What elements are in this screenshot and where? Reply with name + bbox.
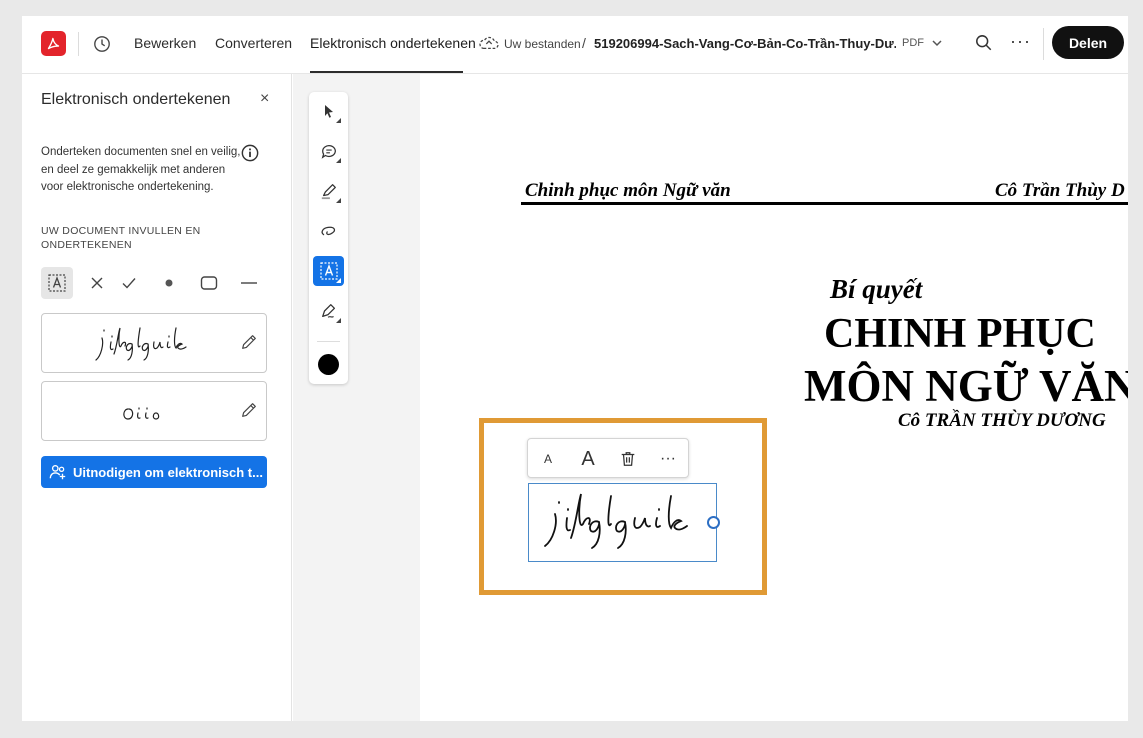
signature-card-1[interactable] [41,313,267,373]
increase-size-button[interactable]: A [574,439,602,479]
rectangle-tool[interactable] [193,267,225,299]
cross-icon [91,277,103,289]
rectangle-icon [200,276,218,290]
panel-description: Onderteken documenten snel en veilig, en… [41,146,241,193]
edit-pencil-icon[interactable] [240,401,258,419]
pdf-page: Chinh phục môn Ngữ văn Cô Trần Thùy D Bí… [420,74,1128,721]
doc-header-left: Chinh phục môn Ngữ văn [525,180,731,201]
tab-bewerken[interactable]: Bewerken [134,35,196,51]
placed-signature [544,493,688,549]
invite-to-sign-button[interactable]: Uitnodigen om elektronisch t... [41,456,267,488]
more-options-button[interactable]: ··· [1010,31,1031,52]
line-tool[interactable] [233,267,265,299]
draw-icon [321,226,335,236]
chevron-down-icon[interactable] [931,38,943,48]
dot-icon [165,279,173,287]
breadcrumb-separator: / [582,35,586,51]
select-tool[interactable] [313,96,344,126]
select-icon [324,105,333,118]
quick-tools-toolbar [309,92,348,384]
edit-pencil-icon[interactable] [240,333,258,351]
panel-title: Elektronisch ondertekenen [41,91,231,108]
sign-tool[interactable] [313,296,344,326]
delete-button[interactable] [614,439,642,479]
tab-converteren[interactable]: Converteren [215,35,292,51]
resize-handle[interactable] [707,516,720,529]
header-rule [521,202,1128,205]
save-location-link[interactable]: Uw bestanden [504,37,581,51]
cloud-icon [479,36,499,50]
divider [1043,28,1044,60]
active-tab-indicator [310,71,463,73]
share-button[interactable]: Delen [1052,26,1124,59]
invite-label: Uitnodigen om elektronisch t... [73,464,263,480]
color-picker[interactable] [318,354,339,375]
tab-elektronisch-ondertekenen[interactable]: Elektronisch ondertekenen [310,35,476,51]
history-icon[interactable] [93,35,111,53]
search-icon[interactable] [975,34,993,52]
signature-image [95,327,187,361]
section-heading: UW DOCUMENT INVULLEN EN ONDERTEKENEN [41,225,201,251]
decrease-size-button[interactable]: A [534,439,562,479]
signature-context-toolbar: A A ··· [527,438,689,478]
comment-tool[interactable] [313,136,344,166]
draw-tool[interactable] [313,216,344,246]
close-panel-button[interactable]: × [260,90,269,108]
check-icon [122,278,136,289]
placed-signature-box[interactable] [528,483,717,562]
line-icon [241,282,257,284]
info-icon[interactable] [241,144,259,162]
more-signature-options[interactable]: ··· [654,439,682,479]
fill-sign-tool[interactable] [313,256,344,286]
esign-panel: Elektronisch ondertekenen × Onderteken d… [22,74,292,721]
acrobat-logo-icon[interactable] [41,31,66,56]
signature-card-2[interactable] [41,381,267,441]
doc-title-line2: MÔN NGỮ VĂN [804,361,1128,411]
doc-header-right: Cô Trần Thùy D [995,180,1125,201]
initials-image [123,407,160,420]
sign-icon [321,304,335,318]
doc-subtitle: Bí quyết [830,274,923,304]
add-people-icon [49,465,66,480]
text-field-tool[interactable] [41,267,73,299]
highlight-tool[interactable] [313,176,344,206]
app-window: Bewerken Converteren Elektronisch ondert… [22,16,1128,721]
divider [78,32,79,56]
doc-author: Cô TRẦN THÙY DƯƠNG [898,410,1106,431]
fill-tools-row [41,267,267,299]
file-type-badge: PDF [902,37,924,49]
comment-icon [321,145,336,159]
text-field-icon [48,274,66,292]
check-tool[interactable] [113,267,145,299]
doc-title-line1: CHINH PHỤC [824,311,1096,357]
highlight-icon [321,184,336,200]
toolbar-divider [317,341,340,342]
dot-tool[interactable] [153,267,185,299]
trash-icon [621,452,635,466]
cross-tool[interactable] [81,267,113,299]
top-bar: Bewerken Converteren Elektronisch ondert… [22,16,1128,74]
file-name[interactable]: 519206994-Sach-Vang-Cơ-Bản-Co-Trần-Thuy-… [594,36,896,51]
